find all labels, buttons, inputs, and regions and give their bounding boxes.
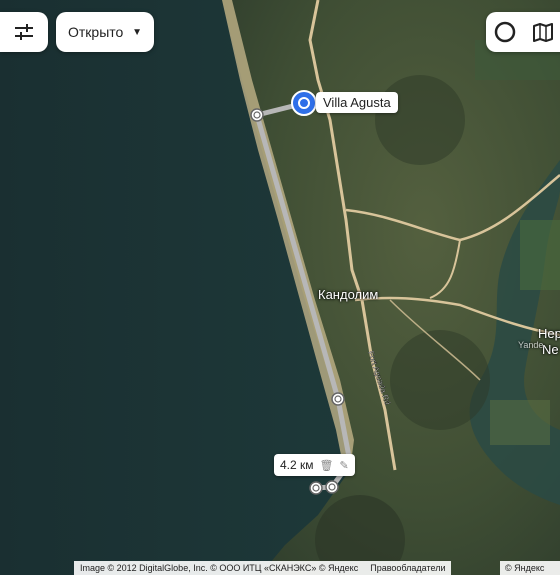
route-waypoint[interactable] [250, 108, 264, 122]
traffic-button[interactable] [486, 12, 524, 52]
place-label-partial: Нер [538, 326, 560, 341]
rights-holders-link[interactable]: Правообладатели [370, 563, 445, 573]
vegetation [375, 75, 465, 165]
filter-button[interactable] [0, 12, 48, 52]
satellite-map[interactable]: Fort Aguada Rd [0, 0, 560, 575]
trash-icon[interactable]: 🗑 [320, 459, 334, 472]
route-waypoint[interactable] [325, 480, 339, 494]
attribution-text: Image © 2012 DigitalGlobe, Inc. © ООО ИТ… [80, 563, 359, 573]
place-label-town: Кандолим [318, 287, 379, 302]
open-now-dropdown[interactable]: Открыто ▼ [56, 12, 154, 52]
field-patch [520, 220, 560, 290]
route-waypoint[interactable] [309, 481, 323, 495]
chevron-down-icon: ▼ [132, 26, 142, 38]
route-distance-label: 4.2 км 🗑 ✎ [274, 454, 355, 476]
yandex-copyright[interactable]: © Яндекс [500, 561, 560, 575]
sliders-icon [15, 24, 33, 40]
map-mode-controls [486, 12, 560, 52]
route-waypoint[interactable] [331, 392, 345, 406]
traffic-circle-icon [494, 21, 516, 43]
start-pin[interactable] [291, 90, 317, 116]
brand-text: © Яндекс [505, 563, 545, 573]
layers-button[interactable] [524, 12, 560, 52]
pencil-icon[interactable]: ✎ [339, 459, 348, 472]
open-now-label: Открыто [68, 24, 124, 40]
distance-text: 4.2 км [280, 458, 314, 472]
place-label-villa[interactable]: Villa Agusta [316, 92, 398, 113]
place-label-partial-2: Ne [542, 342, 559, 357]
map-attribution: Image © 2012 DigitalGlobe, Inc. © ООО ИТ… [74, 561, 452, 575]
field-patch [490, 400, 550, 445]
map-layers-icon [533, 23, 553, 42]
place-label-watermark: Yande [518, 340, 544, 350]
